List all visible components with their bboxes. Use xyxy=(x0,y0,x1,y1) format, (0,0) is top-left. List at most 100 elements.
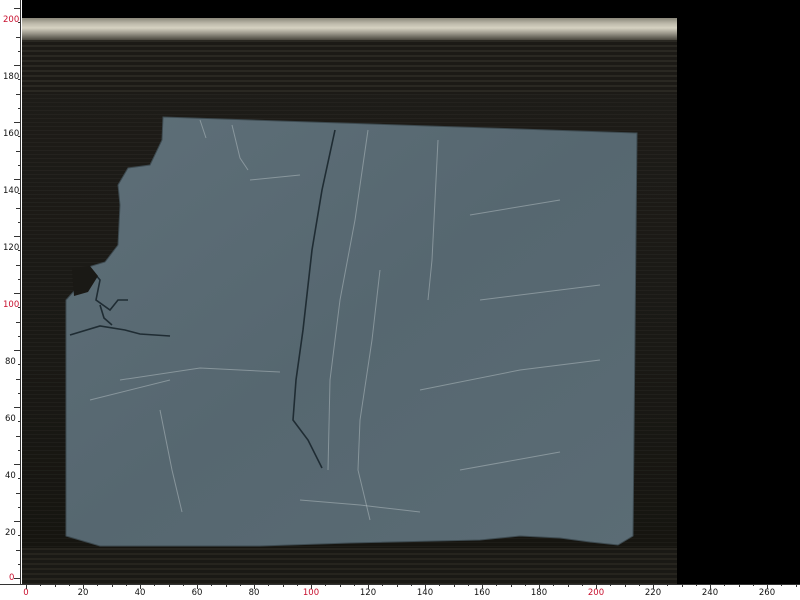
ruler-v-label-180: 180 xyxy=(3,72,20,82)
ruler-v-tick xyxy=(14,293,20,294)
ruler-h-tick xyxy=(724,584,726,586)
ruler-v-tick xyxy=(16,549,20,551)
ruler-v-tick xyxy=(18,307,20,309)
ruler-h-tick xyxy=(425,584,426,589)
ruler-h-tick xyxy=(182,584,184,586)
ruler-v-tick xyxy=(14,578,20,579)
ruler-h-tick xyxy=(439,584,441,586)
ruler-h-tick xyxy=(97,584,99,586)
ruler-h-tick xyxy=(40,584,42,586)
ruler-v-tick xyxy=(14,65,20,66)
ruler-h-tick xyxy=(54,584,56,587)
ruler-h-label-60: 60 xyxy=(191,588,203,598)
ruler-h-tick xyxy=(596,584,597,589)
ruler-h-tick xyxy=(26,584,27,589)
ruler-v-tick xyxy=(16,150,20,152)
ruler-v-tick xyxy=(18,136,20,138)
ruler-h-label-180: 180 xyxy=(530,588,548,598)
ruler-h-label-40: 40 xyxy=(134,588,146,598)
ruler-v-tick xyxy=(18,22,20,24)
ruler-h-tick xyxy=(168,584,170,587)
ruler-h-tick xyxy=(524,584,526,586)
ruler-h-tick xyxy=(382,584,384,586)
ruler-h-tick xyxy=(752,584,754,586)
ruler-h-label-220: 220 xyxy=(644,588,662,598)
ruler-v-tick xyxy=(16,264,20,266)
ruler-v-tick xyxy=(16,36,20,38)
ruler-v-tick xyxy=(18,563,20,565)
ruler-h-tick xyxy=(296,584,298,586)
ruler-h-tick xyxy=(197,584,198,589)
ruler-v-label-20: 20 xyxy=(5,528,16,538)
ruler-v-tick xyxy=(16,435,20,437)
ruler-v-tick xyxy=(14,8,20,9)
ruler-v-tick xyxy=(14,407,20,408)
ruler-v-tick xyxy=(18,478,20,480)
ruler-h-label-240: 240 xyxy=(701,588,719,598)
ruler-axis-line xyxy=(0,584,800,585)
ruler-h-tick xyxy=(539,584,540,589)
ruler-h-tick xyxy=(225,584,227,587)
ruler-h-tick xyxy=(482,584,483,589)
ruler-h-label-80: 80 xyxy=(248,588,260,598)
ruler-h-tick xyxy=(68,584,70,586)
ruler-v-label-200: 200 xyxy=(3,15,20,25)
ruler-h-tick xyxy=(567,584,569,587)
ruler-axis-line xyxy=(20,0,21,600)
ruler-v-tick xyxy=(16,378,20,380)
ruler-h-tick xyxy=(610,584,612,586)
ruler-h-tick xyxy=(111,584,113,587)
ruler-v-tick xyxy=(18,506,20,508)
ruler-v-label-120: 120 xyxy=(3,243,20,253)
ruler-v-label-100: 100 xyxy=(3,300,20,310)
ruler-h-tick xyxy=(83,584,84,589)
ruler-v-tick xyxy=(14,122,20,123)
ruler-h-label-260: 260 xyxy=(758,588,776,598)
ruler-h-tick xyxy=(140,584,141,589)
ruler-h-label-140: 140 xyxy=(416,588,434,598)
ruler-h-tick xyxy=(681,584,683,587)
ruler-h-tick xyxy=(653,584,654,589)
ruler-v-tick xyxy=(14,521,20,522)
ruler-h-label-100: 100 xyxy=(302,588,320,598)
ruler-h-tick xyxy=(211,584,213,586)
ruler-h-tick xyxy=(553,584,555,586)
ruler-h-tick xyxy=(667,584,669,586)
ruler-h-tick xyxy=(125,584,127,586)
ruler-v-label-80: 80 xyxy=(5,357,16,367)
ruler-h-label-0: 0 xyxy=(23,588,29,598)
ruler-h-tick xyxy=(325,584,327,586)
ruler-v-tick xyxy=(18,335,20,337)
ruler-h-tick xyxy=(154,584,156,586)
ruler-v-label-60: 60 xyxy=(5,414,16,424)
ruler-v-tick xyxy=(18,250,20,252)
ruler-v-label-160: 160 xyxy=(3,129,20,139)
ruler-v-tick xyxy=(14,179,20,180)
ruler-h-label-120: 120 xyxy=(359,588,377,598)
ruler-h-tick xyxy=(496,584,498,586)
ruler-h-tick xyxy=(695,584,697,586)
ruler-h-label-20: 20 xyxy=(77,588,89,598)
ruler-v-tick xyxy=(18,107,20,109)
ruler-v-tick xyxy=(14,350,20,351)
ruler-h-tick xyxy=(467,584,469,586)
ruler-v-tick xyxy=(18,193,20,195)
ruler-v-tick xyxy=(18,535,20,537)
stone-slab xyxy=(65,116,638,547)
slab-image xyxy=(65,116,638,547)
ruler-h-tick xyxy=(738,584,740,587)
ruler-h-tick xyxy=(353,584,355,586)
ruler-v-tick xyxy=(16,207,20,209)
ruler-v-tick xyxy=(16,321,20,323)
ruler-v-tick xyxy=(18,392,20,394)
ruler-h-tick xyxy=(781,584,783,586)
ruler-h-label-200: 200 xyxy=(587,588,605,598)
ruler-v-tick xyxy=(18,79,20,81)
ruler-v-tick xyxy=(18,221,20,223)
ruler-h-tick xyxy=(624,584,626,587)
ruler-h-tick xyxy=(453,584,455,587)
ruler-v-tick xyxy=(18,364,20,366)
ruler-h-tick xyxy=(396,584,398,587)
horizontal-ruler: 0 20 40 60 80 100 120 140 160 180 200 22… xyxy=(0,584,800,600)
ruler-h-tick xyxy=(410,584,412,586)
